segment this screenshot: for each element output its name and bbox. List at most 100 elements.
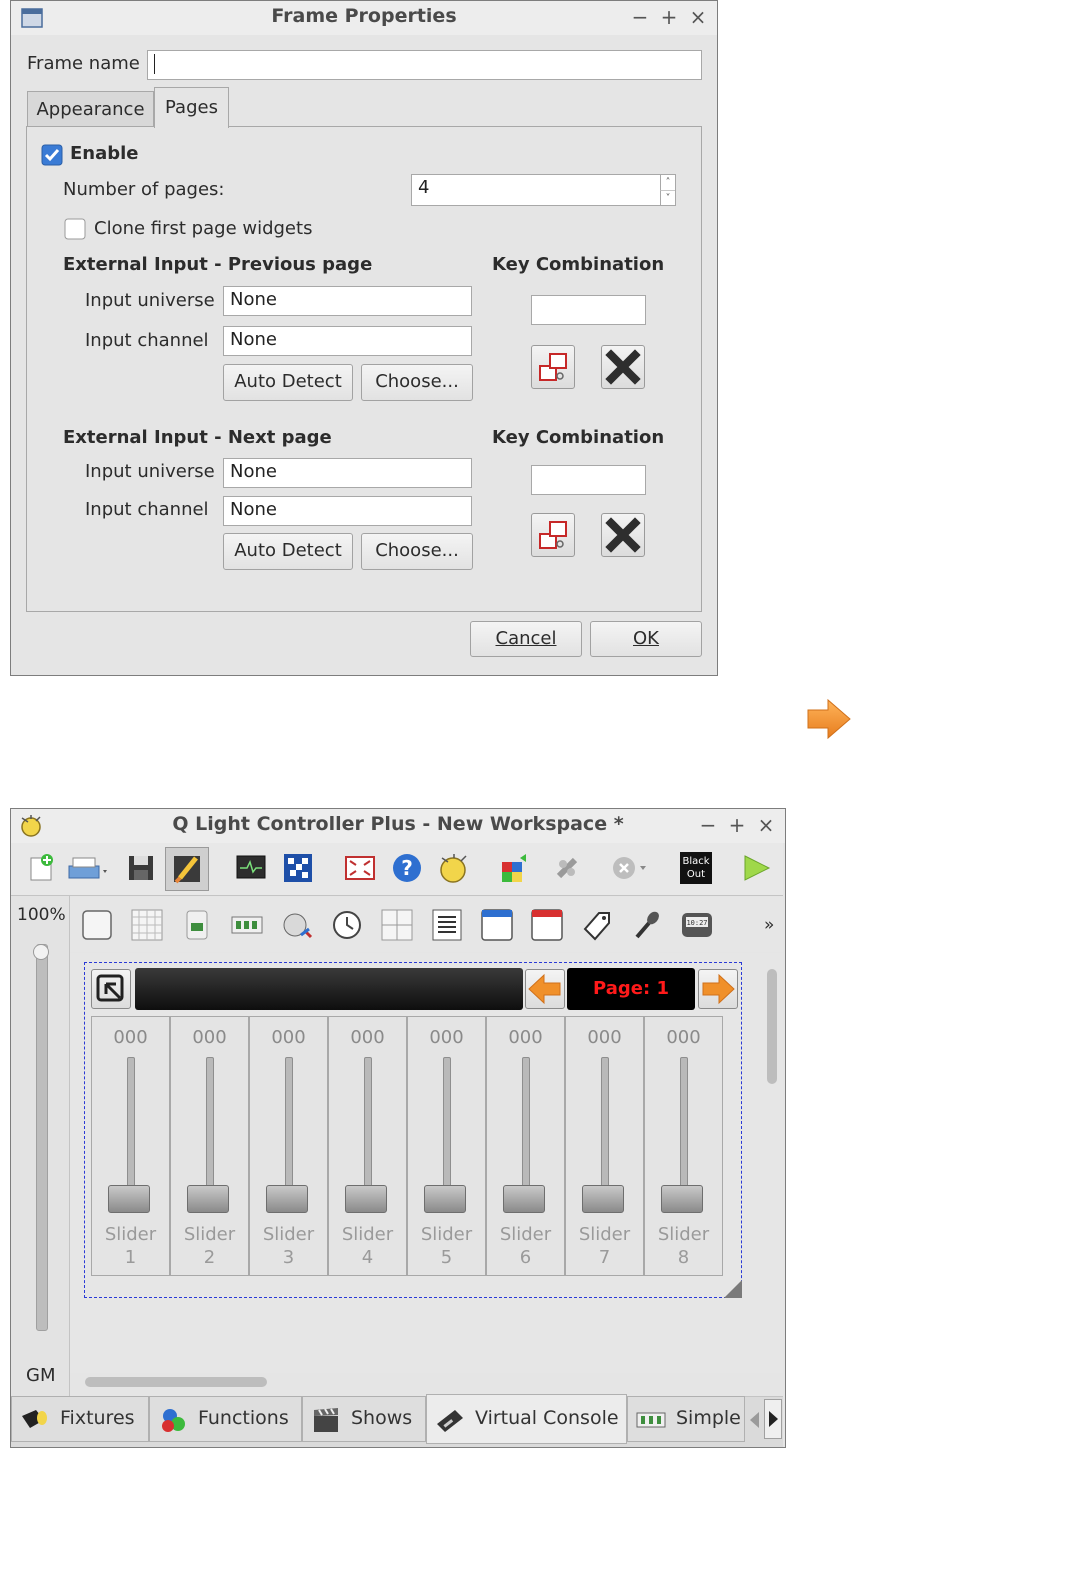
- slider-icon[interactable]: [181, 909, 213, 941]
- next-auto-detect-button[interactable]: Auto Detect: [223, 533, 353, 570]
- slider-widget[interactable]: 000 Slider 7: [565, 1016, 644, 1276]
- slider-handle[interactable]: [266, 1185, 308, 1213]
- svg-text:10:27: 10:27: [686, 919, 707, 927]
- next-key-field[interactable]: [531, 465, 646, 495]
- fixture-remap-icon[interactable]: [500, 852, 532, 884]
- slider-value: 000: [271, 1027, 306, 1048]
- next-choose-button[interactable]: Choose...: [361, 533, 473, 570]
- slider-widget[interactable]: 000 Slider 8: [644, 1016, 723, 1276]
- slider-handle[interactable]: [108, 1185, 150, 1213]
- new-workspace-icon[interactable]: [25, 852, 57, 884]
- cue-list-icon[interactable]: [431, 909, 463, 941]
- slider-handle[interactable]: [187, 1185, 229, 1213]
- audio-triggers-icon[interactable]: [631, 909, 663, 941]
- vc-vertical-scrollbar[interactable]: [767, 969, 777, 1084]
- prev-remove-key-button[interactable]: [601, 345, 645, 389]
- next-universe-field: None: [223, 458, 472, 488]
- remove-icon: [605, 517, 641, 553]
- frame-name-input[interactable]: [147, 50, 702, 80]
- button-matrix-icon[interactable]: [131, 909, 163, 941]
- tab-pages[interactable]: Pages: [154, 87, 229, 128]
- prev-auto-detect-button[interactable]: Auto Detect: [223, 364, 353, 401]
- stop-all-icon[interactable]: [610, 852, 650, 884]
- slider-label-name: Slider: [104, 1224, 157, 1245]
- slider-value: 000: [113, 1027, 148, 1048]
- tab-appearance[interactable]: Appearance: [27, 91, 154, 127]
- slider-widget[interactable]: 000 Slider 3: [249, 1016, 328, 1276]
- help-icon[interactable]: ?: [391, 852, 423, 884]
- button-icon[interactable]: [81, 909, 113, 941]
- tabs-scroll-right-button[interactable]: [764, 1399, 782, 1439]
- frame-resize-handle-icon[interactable]: [724, 1280, 742, 1298]
- dialog-title: Frame Properties: [271, 5, 457, 27]
- label-icon[interactable]: [581, 909, 613, 941]
- frame-icon[interactable]: [481, 909, 513, 941]
- slider-widget[interactable]: 000 Slider 4: [328, 1016, 407, 1276]
- minimize-button[interactable]: −: [629, 5, 651, 29]
- close-button[interactable]: ×: [755, 813, 777, 837]
- dmx-monitor-icon[interactable]: [235, 852, 267, 884]
- slider-track: [127, 1057, 135, 1199]
- cancel-button[interactable]: Cancel: [470, 621, 582, 657]
- slider-value: 000: [429, 1027, 464, 1048]
- previous-page-button[interactable]: [525, 969, 565, 1009]
- qlc-main-window: Q Light Controller Plus - New Workspace …: [10, 808, 786, 1448]
- fixture-icon: [22, 1410, 47, 1428]
- slider-handle[interactable]: [503, 1185, 545, 1213]
- speed-dial-icon[interactable]: [331, 909, 363, 941]
- tabs-scroll-left-button[interactable]: [747, 1406, 761, 1434]
- close-button[interactable]: ×: [687, 5, 709, 29]
- prev-key-field[interactable]: [531, 295, 646, 325]
- next-remove-key-button[interactable]: [601, 513, 645, 557]
- tab-shows[interactable]: Shows: [302, 1396, 426, 1442]
- tab-simple-desk[interactable]: Simple: [627, 1396, 745, 1442]
- prev-attach-key-button[interactable]: [531, 345, 575, 389]
- ok-button[interactable]: OK: [590, 621, 702, 657]
- knob-icon[interactable]: [281, 909, 313, 941]
- address-tool-icon[interactable]: [282, 852, 314, 884]
- slider-handle[interactable]: [345, 1185, 387, 1213]
- attach-key-icon: [539, 353, 567, 381]
- slider-matrix-icon[interactable]: [231, 909, 263, 941]
- open-workspace-icon[interactable]: [67, 852, 111, 884]
- slider-label: Slider 1: [92, 1223, 169, 1269]
- slider-widget[interactable]: 000 Slider 1: [91, 1016, 170, 1276]
- blackout-button[interactable]: Black Out: [680, 852, 712, 884]
- tab-functions[interactable]: Functions: [149, 1396, 302, 1442]
- maximize-button[interactable]: +: [726, 813, 748, 837]
- tab-fixtures[interactable]: Fixtures: [11, 1396, 149, 1442]
- minimize-button[interactable]: −: [697, 813, 719, 837]
- slider-label: Slider 2: [171, 1223, 248, 1269]
- pages-count-spinbox[interactable]: 4 ˄ ˅: [411, 174, 676, 206]
- disable-input-icon[interactable]: [551, 852, 583, 884]
- frame-collapse-button[interactable]: [91, 969, 131, 1009]
- next-page-button[interactable]: [698, 969, 738, 1009]
- slider-handle[interactable]: [424, 1185, 466, 1213]
- xy-pad-icon[interactable]: [381, 909, 413, 941]
- about-icon[interactable]: [438, 852, 470, 884]
- slider-widget[interactable]: 000 Slider 2: [170, 1016, 249, 1276]
- slider-widget[interactable]: 000 Slider 6: [486, 1016, 565, 1276]
- fullscreen-icon[interactable]: [344, 852, 376, 884]
- clone-checkbox[interactable]: [64, 218, 86, 240]
- solo-frame-icon[interactable]: [531, 909, 563, 941]
- next-attach-key-button[interactable]: [531, 513, 575, 557]
- enable-checkbox[interactable]: [41, 144, 63, 166]
- spin-up-icon[interactable]: ˄: [660, 175, 675, 190]
- save-workspace-icon[interactable]: [125, 852, 157, 884]
- slider-handle[interactable]: [582, 1185, 624, 1213]
- spin-down-icon[interactable]: ˅: [660, 190, 675, 206]
- tab-virtual-console[interactable]: Virtual Console: [426, 1394, 627, 1444]
- slider-handle[interactable]: [661, 1185, 703, 1213]
- slider-widget[interactable]: 000 Slider 5: [407, 1016, 486, 1276]
- dialog-titlebar: Frame Properties − + ×: [11, 1, 717, 35]
- maximize-button[interactable]: +: [658, 5, 680, 29]
- more-tools-button[interactable]: »: [764, 915, 774, 935]
- grand-master-handle[interactable]: [33, 944, 49, 960]
- vc-horizontal-scrollbar[interactable]: [85, 1377, 267, 1387]
- play-icon[interactable]: [741, 852, 773, 884]
- prev-choose-button[interactable]: Choose...: [361, 364, 473, 401]
- clock-icon[interactable]: 10:27: [681, 909, 713, 941]
- edit-mode-button[interactable]: [165, 847, 209, 891]
- slider-label-number: 7: [598, 1247, 611, 1268]
